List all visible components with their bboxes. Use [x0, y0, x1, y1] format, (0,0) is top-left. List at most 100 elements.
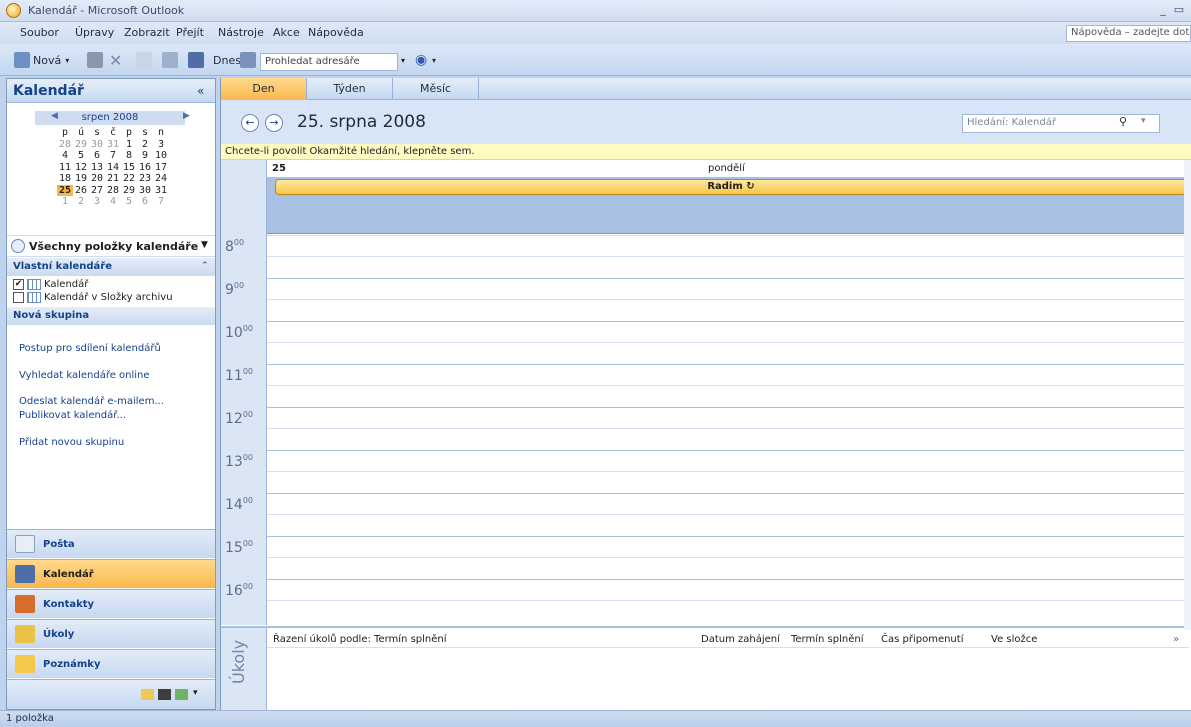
- expand-icon[interactable]: »: [1173, 634, 1179, 645]
- journal-icon[interactable]: [175, 689, 188, 700]
- column-start-date[interactable]: Datum zahájení: [701, 634, 780, 645]
- day-cell[interactable]: 3: [153, 139, 169, 151]
- day-cell[interactable]: 7: [153, 196, 169, 208]
- today-button[interactable]: Dnes: [213, 50, 241, 70]
- day-cell[interactable]: 4: [57, 150, 73, 162]
- print-button[interactable]: [87, 50, 103, 70]
- day-cell[interactable]: 26: [73, 185, 89, 197]
- day-cell[interactable]: 15: [121, 162, 137, 174]
- nav-button-mail[interactable]: Pošta: [7, 529, 215, 558]
- dropdown-arrow-icon[interactable]: ▾: [1141, 116, 1146, 126]
- address-book-button[interactable]: [240, 50, 256, 70]
- day-cell[interactable]: 10: [153, 150, 169, 162]
- column-due-date[interactable]: Termín splnění: [791, 634, 863, 645]
- help-search-input[interactable]: Nápověda – zadejte dotaz: [1066, 25, 1191, 42]
- nav-button-notes[interactable]: Poznámky: [7, 649, 215, 678]
- day-cell[interactable]: 31: [105, 139, 121, 151]
- day-cell[interactable]: 30: [89, 139, 105, 151]
- day-cell[interactable]: 6: [89, 150, 105, 162]
- day-cell[interactable]: 28: [57, 139, 73, 151]
- task-sort-label[interactable]: Řazení úkolů podle: Termín splnění: [273, 634, 447, 645]
- column-reminder[interactable]: Čas připomenutí: [881, 634, 963, 645]
- day-number[interactable]: 25: [272, 163, 286, 174]
- day-cell[interactable]: 17: [153, 162, 169, 174]
- configure-buttons-icon[interactable]: ▾: [193, 688, 198, 698]
- day-cell[interactable]: 29: [73, 139, 89, 151]
- menu-view[interactable]: Zobrazit: [124, 26, 170, 39]
- info-bar[interactable]: Chcete-li povolit Okamžité hledání, klep…: [221, 144, 1191, 160]
- calendar-selector[interactable]: Všechny položky kalendáře ▼: [7, 235, 215, 257]
- address-search-input[interactable]: Prohledat adresáře: [260, 53, 398, 71]
- link-search-online[interactable]: Vyhledat kalendáře online: [19, 370, 150, 381]
- day-cell[interactable]: 4: [105, 196, 121, 208]
- day-cell[interactable]: 22: [121, 173, 137, 185]
- day-cell[interactable]: 2: [73, 196, 89, 208]
- day-cell[interactable]: 1: [121, 139, 137, 151]
- day-cell[interactable]: 29: [121, 185, 137, 197]
- menu-actions[interactable]: Akce: [273, 26, 300, 39]
- day-cell[interactable]: 14: [105, 162, 121, 174]
- day-cell[interactable]: 6: [137, 196, 153, 208]
- day-cell[interactable]: 5: [73, 150, 89, 162]
- day-cell[interactable]: 31: [153, 185, 169, 197]
- group-new[interactable]: Nová skupina: [7, 307, 215, 325]
- back-arrow-icon[interactable]: ←: [241, 114, 259, 132]
- all-day-event[interactable]: Radim ↻: [275, 179, 1187, 195]
- day-cell[interactable]: 19: [73, 173, 89, 185]
- day-cell[interactable]: 20: [89, 173, 105, 185]
- calendar-item-main[interactable]: ✔ Kalendář: [13, 278, 88, 291]
- day-cell[interactable]: 24: [153, 173, 169, 185]
- time-slots[interactable]: [267, 235, 1189, 625]
- selected-day-cell[interactable]: 25: [57, 184, 73, 196]
- checkbox[interactable]: ✔: [13, 279, 24, 290]
- restore-button[interactable]: ▭: [1172, 3, 1186, 17]
- nav-button-tasks[interactable]: Úkoly: [7, 619, 215, 648]
- group-my-calendars[interactable]: Vlastní kalendáře ⌃: [7, 258, 215, 276]
- day-cell[interactable]: 13: [89, 162, 105, 174]
- day-cell[interactable]: 23: [137, 173, 153, 185]
- menu-help[interactable]: Nápověda: [308, 26, 364, 39]
- day-cell[interactable]: 11: [57, 162, 73, 174]
- day-cell[interactable]: 16: [137, 162, 153, 174]
- folder-icon[interactable]: [141, 689, 154, 700]
- delete-button[interactable]: ✕: [109, 50, 122, 70]
- nav-button-calendar[interactable]: Kalendář: [7, 559, 215, 588]
- menu-tools[interactable]: Nástroje: [218, 26, 264, 39]
- day-cell[interactable]: 9: [137, 150, 153, 162]
- tab-month[interactable]: Měsíc: [393, 78, 479, 100]
- nav-button-contacts[interactable]: Kontakty: [7, 589, 215, 618]
- menu-go[interactable]: Přejít: [176, 26, 204, 39]
- link-share-calendars[interactable]: Postup pro sdílení kalendářů: [19, 343, 161, 354]
- day-cell[interactable]: 30: [137, 185, 153, 197]
- forward-arrow-icon[interactable]: →: [265, 114, 283, 132]
- day-cell[interactable]: 2: [137, 139, 153, 151]
- tab-week[interactable]: Týden: [307, 78, 393, 100]
- day-cell[interactable]: 3: [89, 196, 105, 208]
- day-cell[interactable]: 8: [121, 150, 137, 162]
- day-cell[interactable]: 28: [105, 185, 121, 197]
- day-cell[interactable]: 12: [73, 162, 89, 174]
- search-icon[interactable]: ⚲: [1119, 115, 1127, 128]
- minimize-button[interactable]: _: [1156, 3, 1170, 17]
- collapse-button[interactable]: «: [197, 84, 204, 98]
- link-publish[interactable]: Publikovat kalendář...: [19, 410, 126, 421]
- link-send-email[interactable]: Odeslat kalendář e-mailem...: [19, 396, 164, 407]
- next-month-icon[interactable]: ▶: [183, 111, 190, 121]
- shortcut-icon[interactable]: [158, 689, 171, 700]
- address-dropdown-icon[interactable]: ▾: [401, 56, 405, 65]
- help-button[interactable]: ◉: [415, 50, 427, 70]
- menu-edit[interactable]: Úpravy: [75, 26, 114, 39]
- calendar-search-input[interactable]: Hledání: Kalendář ⚲ ▾: [962, 114, 1160, 133]
- vertical-scrollbar[interactable]: [1184, 160, 1191, 630]
- column-folder[interactable]: Ve složce: [991, 634, 1037, 645]
- calendar-view-button[interactable]: [188, 50, 204, 70]
- move-button[interactable]: [136, 50, 152, 70]
- checkbox[interactable]: [13, 292, 24, 303]
- calendar-item-archive[interactable]: Kalendář v Složky archivu: [13, 291, 173, 304]
- collapse-group-icon[interactable]: ⌃: [201, 261, 209, 271]
- day-cell[interactable]: 18: [57, 173, 73, 185]
- day-cell[interactable]: 21: [105, 173, 121, 185]
- link-add-group[interactable]: Přidat novou skupinu: [19, 437, 124, 448]
- day-cell[interactable]: 1: [57, 196, 73, 208]
- day-cell[interactable]: 5: [121, 196, 137, 208]
